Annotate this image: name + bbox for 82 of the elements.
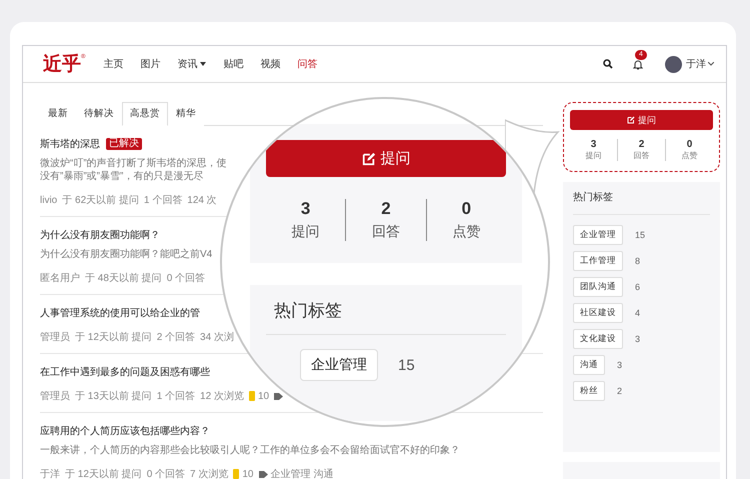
nav-link[interactable]: 视频 <box>260 57 280 71</box>
post-time: 于 62天以前 提问 <box>62 194 139 207</box>
nav-link[interactable]: 贴吧 <box>223 57 244 71</box>
answer-count: 1 个回答 <box>156 390 196 403</box>
stat-value: 0 <box>686 139 692 150</box>
tag-count: 6 <box>635 282 640 292</box>
tag-count: 15 <box>635 230 646 240</box>
author: 管理员 <box>40 390 70 403</box>
search-icon[interactable] <box>603 59 613 69</box>
stat-value: 3 <box>590 139 596 150</box>
tag-chip[interactable]: 企业管理 <box>300 349 378 381</box>
author: 匿名用户 <box>40 272 80 285</box>
stat-label: 提问 <box>586 150 602 161</box>
answer-count: 0 个回答 <box>166 272 206 285</box>
stat-value: 2 <box>638 139 644 150</box>
question-excerpt: 微波炉“叮”的声音打断了斯韦塔的深思，使 没有”暴雨”或”暴雪”，有的只是漫无尽 <box>40 157 227 183</box>
reward-amount: 10 <box>258 390 270 402</box>
question-title[interactable]: 在工作中遇到最多的问题及困惑有哪些 <box>40 365 210 379</box>
user-menu[interactable]: 于洋 <box>686 57 714 71</box>
post-time: 于 12天以前 提问 <box>65 468 142 479</box>
nav-link[interactable]: 图片 <box>140 57 160 71</box>
answer-count: 0 个回答 <box>146 468 186 479</box>
post-time: 于 48天以前 提问 <box>85 272 162 285</box>
tag-chip[interactable]: 社区建设 <box>573 303 623 323</box>
question-title[interactable]: 斯韦塔的深思 <box>40 137 100 151</box>
tag-count: 15 <box>398 356 415 374</box>
coin-stack-icon <box>233 469 240 479</box>
nav-link[interactable]: 主页 <box>103 57 124 71</box>
chevron-icon <box>708 62 714 66</box>
view-count: 7 次浏览 <box>190 468 228 479</box>
edit-icon <box>627 116 635 124</box>
stat-label: 提问 <box>292 223 320 241</box>
edit-icon <box>362 152 376 166</box>
ask-button[interactable]: 提问 <box>570 110 713 130</box>
author: livio <box>40 194 58 206</box>
panel-title: 热门标签 <box>266 299 506 335</box>
post-time: 于 13天以前 提问 <box>75 390 152 403</box>
question-title[interactable]: 应聘用的个人简历应该包括哪些内容？ <box>40 424 210 438</box>
stat-label: 点赞 <box>682 150 698 161</box>
reward-amount: 10 <box>242 468 254 479</box>
tag-chip[interactable]: 工作管理 <box>573 251 623 271</box>
stat-value: 2 <box>381 199 391 219</box>
author: 于洋 <box>40 468 60 479</box>
answer-count: 2 个回答 <box>156 331 196 344</box>
question-title[interactable]: 为什么没有朋友圈功能啊？ <box>40 228 160 242</box>
view-count: 34 次浏 <box>200 330 234 344</box>
nav-link[interactable]: 问答 <box>297 57 318 71</box>
author: 管理员 <box>40 331 70 344</box>
question-excerpt: 一般来讲，个人简历的内容那些会比较吸引人呢？工作的单位多会不会留给面试官不好的印象？ <box>40 444 460 457</box>
tag-count: 3 <box>635 334 640 344</box>
question-tag[interactable]: 企业管理 <box>270 467 310 479</box>
stat-label: 回答 <box>372 223 400 241</box>
question-title[interactable]: 人事管理系统的使用可以给企业的管 <box>40 306 200 320</box>
tab[interactable]: 高悬赏 <box>122 102 168 126</box>
tag-chip[interactable]: 企业管理 <box>573 225 623 245</box>
post-time: 于 12天以前 提问 <box>75 330 152 344</box>
view-count: 12 次浏览 <box>200 390 244 403</box>
tag-chip[interactable]: 粉丝 <box>573 381 605 401</box>
view-count: 124 次 <box>187 194 217 207</box>
tag-chip[interactable]: 沟通 <box>573 355 605 375</box>
tag-count: 8 <box>635 256 640 266</box>
stat-label: 回答 <box>634 150 650 161</box>
tag-count: 3 <box>617 360 622 370</box>
question-excerpt: 为什么没有朋友圈功能啊？能吧之前V4 <box>40 248 212 261</box>
stat-value: 3 <box>300 199 310 219</box>
coin-stack-icon <box>248 391 255 401</box>
logo[interactable]: 近乎 <box>43 51 81 77</box>
avatar[interactable] <box>665 56 682 72</box>
panel-title: 热门标签 <box>573 190 710 215</box>
stat-value: 0 <box>462 199 472 219</box>
caret-icon <box>200 62 206 66</box>
tag-count: 2 <box>617 386 622 396</box>
tag-chip[interactable]: 文化建设 <box>573 329 623 349</box>
bell-icon[interactable] <box>633 58 643 70</box>
solved-badge: 已解决 <box>106 138 142 150</box>
tag-count: 4 <box>635 308 640 318</box>
question-tag[interactable]: 沟通 <box>314 467 334 479</box>
answer-count: 1 个回答 <box>144 194 182 207</box>
stat-label: 点赞 <box>452 223 480 241</box>
nav-link[interactable]: 资讯 <box>177 57 206 71</box>
tag-chip[interactable]: 团队沟通 <box>573 277 623 297</box>
zoomed-ask-button[interactable]: 提问 <box>266 140 506 177</box>
